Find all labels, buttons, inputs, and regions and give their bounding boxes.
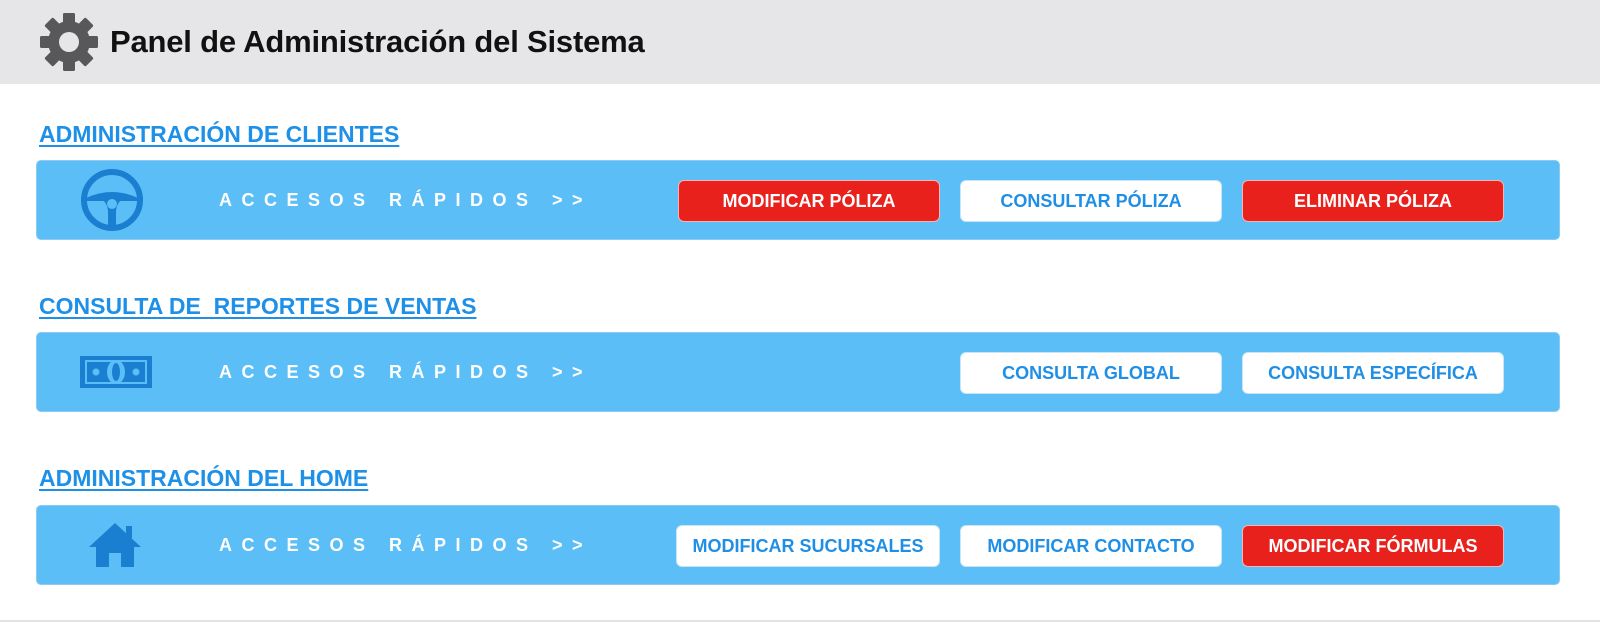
steering-wheel-icon [79, 161, 145, 239]
modify-contact-button[interactable]: MODIFICAR CONTACTO [960, 525, 1222, 567]
home-icon [87, 506, 143, 584]
page-header: Panel de Administración del Sistema [0, 0, 1600, 84]
section-title-home[interactable]: ADMINISTRACIÓN DEL HOME [39, 465, 368, 492]
quick-access-label: ACCESOS RÁPIDOS >> [219, 189, 593, 210]
gear-icon [38, 11, 100, 73]
modify-branches-button[interactable]: MODIFICAR SUCURSALES [676, 525, 940, 567]
section-title-clientes[interactable]: ADMINISTRACIÓN DE CLIENTES [39, 121, 399, 148]
money-bill-icon [79, 333, 153, 411]
modify-policy-button[interactable]: MODIFICAR PÓLIZA [678, 180, 940, 222]
page-title: Panel de Administración del Sistema [110, 24, 645, 59]
modify-formulas-button[interactable]: MODIFICAR FÓRMULAS [1242, 525, 1504, 567]
quick-access-band-home: ACCESOS RÁPIDOS >> MODIFICAR SUCURSALES … [36, 505, 1560, 585]
quick-access-band-clientes: ACCESOS RÁPIDOS >> MODIFICAR PÓLIZA CONS… [36, 160, 1560, 240]
bottom-divider [0, 620, 1600, 622]
quick-access-label: ACCESOS RÁPIDOS >> [219, 361, 593, 382]
quick-access-band-reportes: ACCESOS RÁPIDOS >> CONSULTA GLOBAL CONSU… [36, 332, 1560, 412]
consult-policy-button[interactable]: CONSULTAR PÓLIZA [960, 180, 1222, 222]
global-query-button[interactable]: CONSULTA GLOBAL [960, 352, 1222, 394]
specific-query-button[interactable]: CONSULTA ESPECÍFICA [1242, 352, 1504, 394]
quick-access-label: ACCESOS RÁPIDOS >> [219, 534, 593, 555]
section-title-reportes[interactable]: CONSULTA DE REPORTES DE VENTAS [39, 293, 476, 320]
delete-policy-button[interactable]: ELIMINAR PÓLIZA [1242, 180, 1504, 222]
